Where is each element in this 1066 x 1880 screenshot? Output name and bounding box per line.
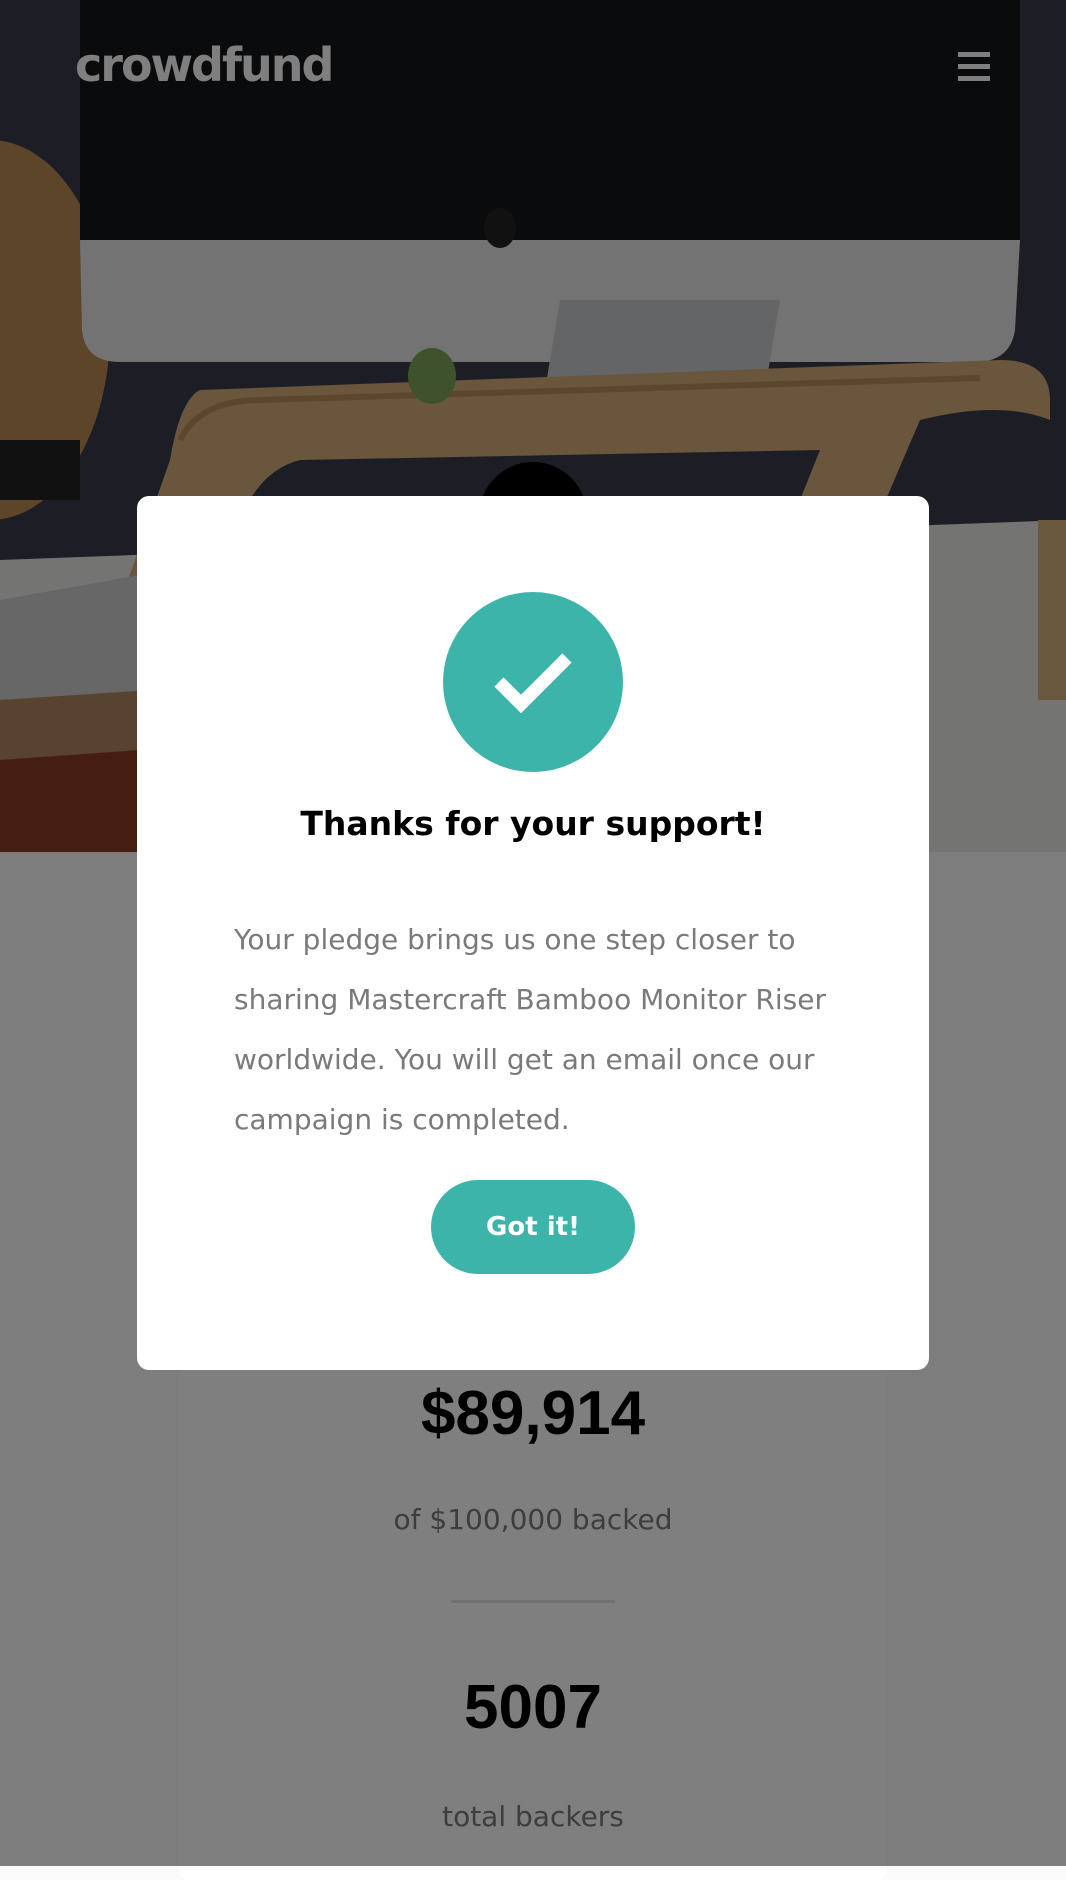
success-check-badge — [443, 592, 623, 772]
check-icon — [494, 653, 572, 714]
modal-title: Thanks for your support! — [300, 804, 766, 843]
got-it-button[interactable]: Got it! — [431, 1180, 635, 1274]
modal-message: Your pledge brings us one step closer to… — [234, 923, 826, 1136]
success-modal: Thanks for your support! Your pledge bri… — [137, 496, 929, 1370]
